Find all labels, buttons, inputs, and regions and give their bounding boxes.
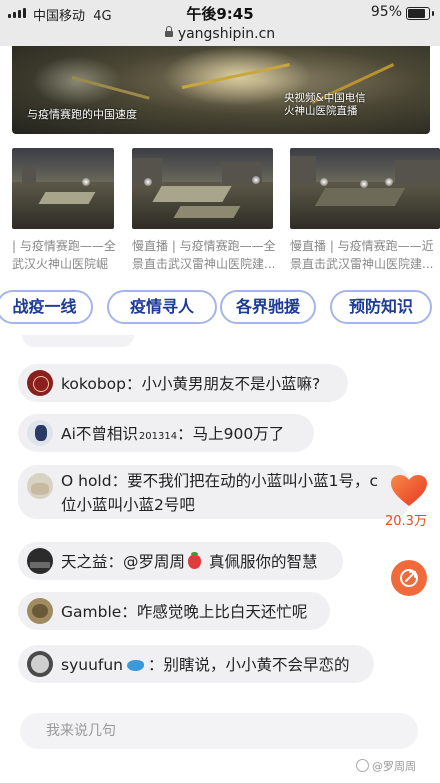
watermark: @罗周周 [356,758,416,774]
comment-item[interactable]: kokobop：小小黄男朋友不是小蓝嘛? [18,364,348,402]
comment-user: O hold [61,472,112,490]
strawberry-emoji [188,552,202,569]
comment-user: kokobop [61,375,126,393]
tab-find-people[interactable]: 疫情寻人 [107,290,217,324]
lock-icon [164,26,173,37]
comment-item[interactable]: syuufun ：别瞎说，小小黄不会早恋的 [18,645,374,683]
comment-text: 咋感觉晚上比白天还忙呢 [136,603,308,621]
comment-user: 天之益 [61,553,108,571]
banner-caption-right: 央视频&中国电信 火神山医院直播 [284,92,366,117]
comment-text-cont: 真佩服你的智慧 [208,553,318,571]
comment-text: 小小黄男朋友不是小蓝嘛? [141,375,321,393]
avatar[interactable] [27,370,53,396]
comment-item[interactable]: Gamble：咋感觉晚上比白天还忙呢 [18,592,330,630]
comment-user: Ai不曾相识 [61,425,138,443]
comment-text: 别瞎说，小小黄不会早恋的 [163,656,350,674]
live-banner[interactable]: 与疫情赛跑的中国速度 央视频&中国电信 火神山医院直播 [12,46,430,134]
comment-item[interactable]: Ai不曾相识201314：马上900万了 [18,414,314,452]
comment-text: 要不我们把在动的小蓝叫小蓝1号，c [127,472,378,490]
list-item [22,335,134,347]
comment-item[interactable]: O hold：要不我们把在动的小蓝叫小蓝1号，c 位小蓝叫小蓝2号吧 [18,465,410,519]
avatar[interactable] [27,651,53,677]
avatar[interactable] [27,420,53,446]
status-bar: 中国移动 4G 午後9:45 95% [0,0,440,26]
comment-text-cont: 位小蓝叫小蓝2号吧 [61,496,195,514]
tab-prevention[interactable]: 预防知识 [330,290,432,324]
like-count: 20.3万 [385,514,427,529]
address-bar[interactable]: yangshipin.cn [0,26,440,46]
share-button[interactable] [391,560,427,596]
avatar[interactable] [27,548,53,574]
comment-user: Gamble [61,603,122,621]
comment-input[interactable] [20,713,418,749]
banner-caption-left: 与疫情赛跑的中国速度 [27,108,137,121]
comment-item[interactable]: 天之益：@罗周周 真佩服你的智慧 [18,542,343,580]
video-thumbnail[interactable] [12,148,114,229]
avatar[interactable] [27,473,53,499]
user-suffix: 201314 [138,431,178,442]
heart-icon[interactable] [390,474,428,508]
comment-user: syuufun [61,656,123,674]
comment-text: @罗周周 [123,553,186,571]
video-thumbnail[interactable] [132,148,273,229]
battery-icon [406,7,434,20]
video-caption[interactable]: 慢直播 | 与疫情赛跑——近 景直击武汉雷神山医院建... [290,237,440,273]
tab-support[interactable]: 各界驰援 [220,290,316,324]
video-thumbnail[interactable] [290,148,440,229]
whale-emoji [127,660,144,671]
video-caption[interactable]: | 与疫情赛跑——全 武汉火神山医院崛 [12,237,116,273]
weibo-icon [356,759,369,772]
share-icon [400,569,418,587]
battery-percent: 95% [370,4,402,20]
url-text: yangshipin.cn [177,26,276,42]
avatar[interactable] [27,598,53,624]
comment-text: 马上900万了 [192,425,285,443]
video-caption[interactable]: 慢直播 | 与疫情赛跑——全 景直击武汉雷神山医院建... [132,237,275,273]
tab-frontline[interactable]: 战疫一线 [0,290,93,324]
